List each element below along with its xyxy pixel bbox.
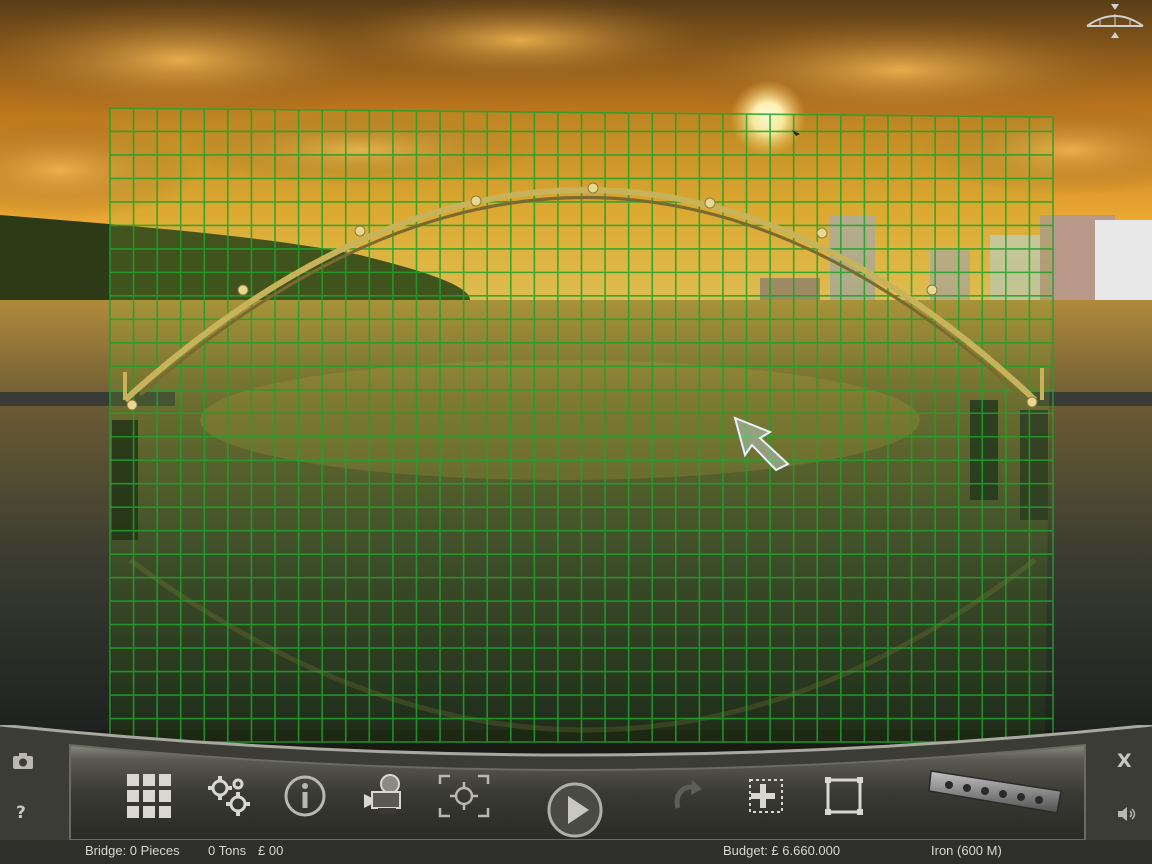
crosshair-icon — [438, 774, 490, 818]
info-icon — [284, 775, 326, 817]
sound-button[interactable] — [1115, 804, 1139, 824]
camera-view-button[interactable] — [356, 768, 412, 824]
select-button[interactable] — [816, 768, 872, 824]
settings-button[interactable] — [200, 768, 256, 824]
play-icon — [547, 782, 603, 838]
screenshot-button[interactable] — [11, 750, 35, 772]
bridge-weight: 0 Tons — [208, 843, 247, 858]
bridge-logo-icon[interactable] — [1085, 4, 1145, 38]
undo-button[interactable] — [660, 768, 716, 824]
focus-button[interactable] — [436, 768, 492, 824]
square-select-icon — [825, 777, 863, 815]
play-button[interactable] — [545, 780, 605, 840]
gears-icon — [208, 776, 250, 816]
close-button[interactable]: X — [1117, 750, 1132, 772]
material-beam-button[interactable] — [925, 765, 1067, 821]
movie-camera-icon — [364, 774, 401, 814]
menu-grid-button[interactable] — [121, 768, 177, 824]
build-grid[interactable] — [109, 107, 1054, 745]
add-selection-icon — [749, 779, 783, 813]
add-piece-button[interactable] — [738, 768, 794, 824]
help-button[interactable]: ? — [16, 803, 26, 823]
bridge-cost: £ 00 — [258, 843, 284, 858]
budget-display: Budget: £ 6.660.000 — [723, 843, 841, 858]
material-display: Iron (600 M) — [931, 843, 1002, 858]
undo-icon — [674, 780, 702, 809]
speaker-icon — [1118, 807, 1136, 821]
grid-menu-icon — [127, 774, 171, 818]
camera-icon — [13, 753, 33, 769]
bridge-piece-count: Bridge: 0 Pieces — [85, 843, 180, 858]
iron-beam-icon — [928, 770, 1062, 814]
info-button[interactable] — [277, 768, 333, 824]
